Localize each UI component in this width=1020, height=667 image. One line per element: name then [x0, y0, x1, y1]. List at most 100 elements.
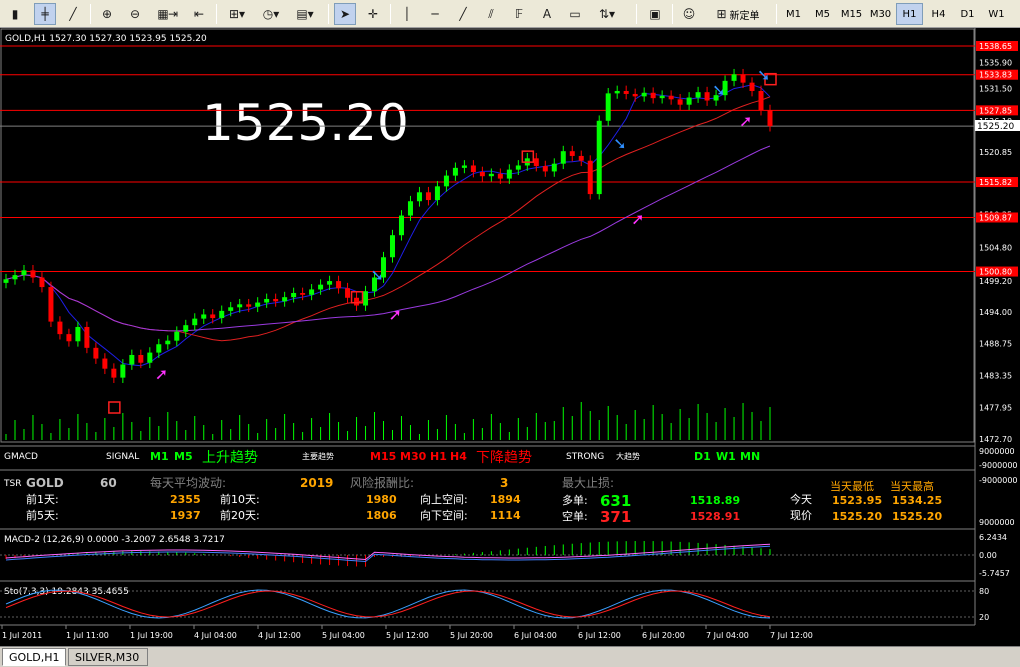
candle-body: [147, 352, 153, 363]
timeframe-d1[interactable]: D1: [954, 3, 981, 25]
candle-body: [434, 186, 440, 201]
price-axis-label: 1494.00: [979, 308, 1012, 317]
candle-body: [3, 279, 9, 283]
tsr-up-space-label: 向上空间:: [420, 492, 468, 506]
candle-body: [102, 358, 108, 369]
timeframe-m5[interactable]: M5: [809, 3, 836, 25]
channel-icon[interactable]: ⫽: [480, 3, 502, 25]
tsr-d1-value: 2355: [170, 493, 201, 506]
candle-body: [30, 270, 36, 278]
tsr-long-price: 1518.89: [690, 494, 740, 507]
candle-body: [255, 302, 261, 307]
periods-icon[interactable]: ◷▾: [256, 3, 286, 25]
time-axis-label: 6 Jul 12:00: [578, 631, 621, 640]
new-order-label: 新定单: [729, 10, 760, 22]
candle-body: [12, 275, 18, 280]
tsr-today-low: 1523.95: [832, 494, 882, 507]
candle-body: [614, 90, 620, 94]
candle-body: [605, 93, 611, 121]
candle-body: [210, 314, 216, 319]
auto-scroll-icon[interactable]: ⇤: [188, 3, 210, 25]
candle-body: [246, 304, 252, 307]
macd-main-line: [5, 545, 771, 563]
tsr-d5-value: 1937: [170, 509, 201, 522]
tab-gold-h1[interactable]: GOLD,H1: [2, 648, 66, 666]
price-axis-label: 1531.50: [979, 85, 1012, 94]
label-icon[interactable]: ▭: [564, 3, 586, 25]
sell-arrow-icon: ➘: [613, 134, 626, 153]
gmacd-h1: H1: [430, 450, 447, 463]
buy-arrow-icon: ➚: [155, 365, 168, 384]
candle-body: [452, 167, 458, 176]
price-axis-label: 1504.80: [979, 244, 1012, 253]
candle-body: [686, 97, 692, 105]
timeframe-w1[interactable]: W1: [983, 3, 1010, 25]
horizontal-line-icon[interactable]: ─: [424, 3, 446, 25]
gmacd-h4: H4: [450, 450, 467, 463]
candle-body: [336, 281, 342, 289]
candle-body: [506, 169, 512, 179]
new-order-button[interactable]: ⊞ 新定单: [706, 3, 770, 25]
price-axis-label: 1499.20: [979, 277, 1012, 286]
arrows-icon[interactable]: ⇅▾: [592, 3, 622, 25]
candle-body: [749, 82, 755, 91]
tsr-today-high: 1534.25: [892, 494, 942, 507]
timeframe-m15[interactable]: M15: [838, 3, 865, 25]
candle-body: [551, 163, 557, 172]
navigator-icon[interactable]: ▣: [644, 3, 666, 25]
sto-header: Sto(7,3,3) 19.2843 35.4655: [4, 587, 129, 597]
buy-arrow-icon: ➚: [739, 111, 752, 130]
gmacd-w1: W1: [716, 450, 736, 463]
candle-body: [93, 347, 99, 359]
candle-body: [273, 298, 279, 302]
text-icon[interactable]: A: [536, 3, 558, 25]
time-axis: 1 Jul 2011 1 Jul 11:00 1 Jul 19:00 4 Jul 04…: [1, 625, 813, 640]
sell-arrow-icon: ➘: [712, 81, 725, 100]
timeframe-m30[interactable]: M30: [867, 3, 894, 25]
tsr-low-label: 当天最低: [830, 479, 874, 493]
gmacd-m15: M15: [370, 450, 396, 463]
gmacd-m1: M1: [150, 450, 169, 463]
cursor-icon[interactable]: ➤: [334, 3, 356, 25]
candle-body: [201, 314, 207, 319]
chart-window[interactable]: GOLD,H1 1527.30 1527.30 1523.95 1525.20 …: [0, 28, 1020, 646]
gmacd-main-trend: 主要趋势: [302, 451, 334, 461]
bar-chart-icon[interactable]: ▮: [4, 3, 26, 25]
vertical-line-icon[interactable]: │: [396, 3, 418, 25]
zoom-in-icon[interactable]: ⊕: [96, 3, 118, 25]
candle-body: [623, 90, 629, 94]
tab-silver-m30[interactable]: SILVER,M30: [68, 648, 148, 666]
timeframe-m1[interactable]: M1: [780, 3, 807, 25]
line-chart-icon[interactable]: ╱: [62, 3, 84, 25]
candle-body: [66, 334, 72, 342]
candle-body: [291, 293, 297, 298]
zoom-out-icon[interactable]: ⊖: [124, 3, 146, 25]
indicators-icon[interactable]: ⊞▾: [222, 3, 252, 25]
gmacd-axis-bottom: -9000000: [979, 461, 1018, 470]
candle-body: [354, 297, 360, 306]
price-axis-label: 1520.85: [979, 148, 1012, 157]
crosshair-icon[interactable]: ✛: [362, 3, 384, 25]
tsr-name: TSR: [3, 479, 21, 489]
templates-icon[interactable]: ▤▾: [290, 3, 320, 25]
candle-body: [740, 74, 746, 83]
candle-body: [389, 235, 395, 258]
candlestick-chart-icon[interactable]: ╪: [34, 3, 56, 25]
trendline-icon[interactable]: ╱: [452, 3, 474, 25]
tsr-now-label: 现价: [790, 509, 812, 522]
price-axis-label: 1488.75: [979, 339, 1012, 348]
candle-body: [138, 354, 144, 363]
fibonacci-icon[interactable]: 𝔽: [508, 3, 530, 25]
macd-axis-bottom: -5.7457: [979, 569, 1010, 578]
chart-shift-icon[interactable]: ⇥: [162, 3, 184, 25]
timeframe-h4[interactable]: H4: [925, 3, 952, 25]
time-axis-label: 5 Jul 04:00: [322, 631, 365, 640]
candle-body: [318, 284, 324, 290]
candle-body: [650, 92, 656, 99]
tsr-d20-value: 1806: [366, 509, 397, 522]
expert-advisors-icon[interactable]: ☺: [678, 3, 700, 25]
timeframe-h1[interactable]: H1: [896, 3, 923, 25]
chart-canvas[interactable]: GOLD,H1 1527.30 1527.30 1523.95 1525.20 …: [0, 28, 1020, 646]
candle-body: [479, 172, 485, 177]
tsr-d10-value: 1980: [366, 493, 397, 506]
